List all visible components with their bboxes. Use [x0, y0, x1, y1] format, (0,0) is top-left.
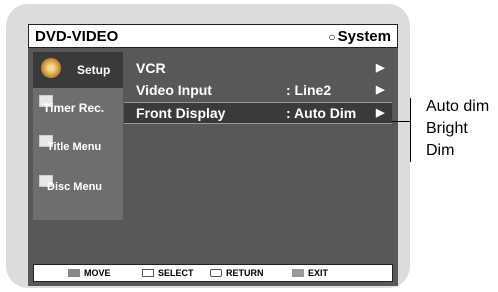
menu-row-value: : Auto Dim — [286, 105, 357, 121]
callout-bracket — [410, 98, 411, 162]
sidebar-item-setup[interactable]: Setup — [33, 52, 123, 88]
arrow-right-icon: ▶ — [376, 107, 385, 119]
hint-exit-label: EXIT — [308, 268, 329, 278]
option-auto-dim: Auto dim — [426, 98, 490, 115]
sidebar-item-label: Disc Menu — [47, 181, 103, 193]
title-bar: DVD-VIDEO ○ System — [28, 24, 398, 48]
hint-return-label: RETURN — [226, 268, 264, 278]
sidebar-item-label: Timer Rec. — [43, 101, 105, 115]
menu-row-label: VCR — [136, 60, 166, 76]
select-icon — [142, 269, 154, 277]
hint-move-label: MOVE — [84, 268, 111, 278]
hint-select-label: SELECT — [158, 268, 194, 278]
option-dim: Dim — [426, 142, 455, 159]
sidebar-item-timer-rec[interactable]: Timer Rec. — [33, 90, 123, 126]
move-icon — [68, 269, 80, 277]
return-icon — [210, 269, 222, 277]
hint-select: SELECT — [142, 268, 194, 278]
disc-type-title: DVD-VIDEO — [35, 28, 119, 45]
menu-row-video-input[interactable]: Video Input : Line2 ▶ — [124, 80, 392, 100]
menu-row-front-display[interactable]: Front Display : Auto Dim ▶ — [124, 102, 392, 124]
option-bright: Bright — [426, 120, 468, 137]
sidebar-item-label: Setup — [77, 63, 111, 77]
hint-move: MOVE — [68, 268, 111, 278]
sidebar-item-disc-menu[interactable]: Disc Menu — [33, 170, 123, 206]
arrow-right-icon: ▶ — [376, 84, 385, 96]
section-title-label: System — [337, 28, 391, 45]
tv-frame: DVD-VIDEO ○ System Setup Timer Rec. Title… — [6, 4, 410, 288]
setup-menu-panel: VCR ▶ Video Input : Line2 ▶ Front Displa… — [124, 52, 394, 220]
arrow-right-icon: ▶ — [376, 62, 385, 74]
sidebar-item-title-menu[interactable]: Title Menu — [33, 130, 123, 166]
osd-screen: DVD-VIDEO ○ System Setup Timer Rec. Title… — [28, 24, 398, 286]
menu-row-vcr[interactable]: VCR ▶ — [124, 58, 392, 78]
exit-icon — [292, 269, 304, 277]
gear-icon — [41, 58, 61, 78]
hint-exit: EXIT — [292, 268, 328, 278]
menu-row-value: : Line2 — [286, 82, 332, 98]
hint-return: RETURN — [210, 268, 264, 278]
menu-row-label: Video Input — [136, 82, 212, 98]
section-title: ○ System — [328, 28, 391, 45]
callout-connector — [392, 121, 410, 122]
sidebar-item-label: Title Menu — [47, 141, 102, 153]
sidebar: Setup Timer Rec. Title Menu Disc Menu — [33, 52, 123, 220]
button-hint-bar: MOVE SELECT RETURN EXIT — [33, 264, 393, 282]
circle-icon: ○ — [328, 30, 336, 44]
menu-row-label: Front Display — [136, 105, 226, 121]
